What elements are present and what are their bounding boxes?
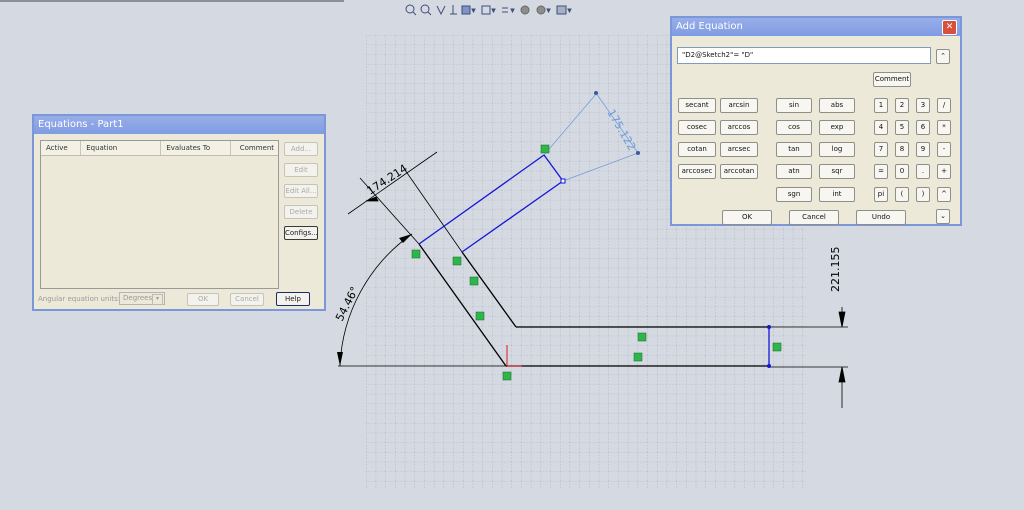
key-divide-button[interactable]: / xyxy=(937,98,951,113)
help-button[interactable]: Help xyxy=(276,292,310,306)
edit-button[interactable]: Edit xyxy=(284,163,318,177)
cancel-button[interactable]: Cancel xyxy=(789,210,839,225)
sketch-point[interactable] xyxy=(767,325,771,329)
key-open-paren-button[interactable]: ( xyxy=(895,187,909,202)
col-active[interactable]: Active xyxy=(41,141,82,155)
key-6-button[interactable]: 6 xyxy=(916,120,930,135)
key-pi-button[interactable]: pi xyxy=(874,187,888,202)
col-evaluates-to[interactable]: Evaluates To xyxy=(161,141,231,155)
parallel-relation-icon xyxy=(475,311,485,321)
angular-units-value: Degrees xyxy=(123,294,153,302)
undo-button[interactable]: Undo xyxy=(856,210,906,225)
edit-all-button[interactable]: Edit All... xyxy=(284,184,318,198)
close-icon[interactable]: ✕ xyxy=(942,20,957,35)
horizontal-relation-icon xyxy=(633,352,643,362)
key-power-button[interactable]: ^ xyxy=(937,187,951,202)
equation-input[interactable]: "D2@Sketch2"= "D" xyxy=(677,47,931,64)
key-close-paren-button[interactable]: ) xyxy=(916,187,930,202)
perpendicular-relation-icon xyxy=(540,144,550,154)
key-8-button[interactable]: 8 xyxy=(895,142,909,157)
equations-list-header: Active Equation Evaluates To Comment xyxy=(41,141,278,156)
key-7-button[interactable]: 7 xyxy=(874,142,888,157)
equations-list[interactable]: Active Equation Evaluates To Comment xyxy=(40,140,279,289)
func-arccosec-button[interactable]: arccosec xyxy=(678,164,716,179)
func-arccotan-button[interactable]: arccotan xyxy=(720,164,758,179)
comment-button[interactable]: Comment xyxy=(873,72,911,87)
key-3-button[interactable]: 3 xyxy=(916,98,930,113)
col-comment[interactable]: Comment xyxy=(231,141,278,155)
collapse-icon[interactable]: ⌃ xyxy=(936,49,950,64)
func-cotan-button[interactable]: cotan xyxy=(678,142,716,157)
dim-endpoint xyxy=(594,91,598,95)
func-secant-button[interactable]: secant xyxy=(678,98,716,113)
key-5-button[interactable]: 5 xyxy=(895,120,909,135)
col-equation[interactable]: Equation xyxy=(81,141,162,155)
perpendicular-relation-icon xyxy=(411,249,421,259)
chevron-down-icon: ▾ xyxy=(152,294,163,305)
sketch-point[interactable] xyxy=(767,364,771,368)
ok-button[interactable]: OK xyxy=(722,210,772,225)
key-0-button[interactable]: 0 xyxy=(895,164,909,179)
func-log-button[interactable]: log xyxy=(819,142,855,157)
func-sgn-button[interactable]: sgn xyxy=(776,187,812,202)
key-4-button[interactable]: 4 xyxy=(874,120,888,135)
func-arcsin-button[interactable]: arcsin xyxy=(720,98,758,113)
key-9-button[interactable]: 9 xyxy=(916,142,930,157)
expand-icon[interactable]: ⌄ xyxy=(936,209,950,224)
key-plus-button[interactable]: + xyxy=(937,164,951,179)
func-tan-button[interactable]: tan xyxy=(776,142,812,157)
key-1-button[interactable]: 1 xyxy=(874,98,888,113)
parallel-relation-icon xyxy=(469,276,479,286)
delete-button[interactable]: Delete xyxy=(284,205,318,219)
perpendicular-relation-icon xyxy=(452,256,462,266)
func-abs-button[interactable]: abs xyxy=(819,98,855,113)
key-2-button[interactable]: 2 xyxy=(895,98,909,113)
add-equation-dialog: Add Equation ✕ "D2@Sketch2"= "D" ⌃ Comme… xyxy=(670,16,962,226)
func-int-button[interactable]: int xyxy=(819,187,855,202)
func-arcsec-button[interactable]: arcsec xyxy=(720,142,758,157)
dim-endpoint xyxy=(636,151,640,155)
ok-button[interactable]: OK xyxy=(187,293,219,306)
cancel-button[interactable]: Cancel xyxy=(230,293,264,306)
sketch-point[interactable] xyxy=(560,178,566,184)
key-minus-button[interactable]: - xyxy=(937,142,951,157)
add-equation-title: Add Equation xyxy=(672,18,960,36)
configs-button[interactable]: Configs... xyxy=(284,226,318,240)
horizontal-relation-icon xyxy=(637,332,647,342)
func-atn-button[interactable]: atn xyxy=(776,164,812,179)
equations-dialog-title: Equations - Part1 xyxy=(34,116,324,134)
key-decimal-button[interactable]: . xyxy=(916,164,930,179)
func-sqr-button[interactable]: sqr xyxy=(819,164,855,179)
height-dim-label[interactable]: 221.155 xyxy=(829,247,842,293)
key-multiply-button[interactable]: * xyxy=(937,120,951,135)
func-sin-button[interactable]: sin xyxy=(776,98,812,113)
vertical-relation-icon xyxy=(772,342,782,352)
func-cosec-button[interactable]: cosec xyxy=(678,120,716,135)
angular-units-label: Angular equation units: xyxy=(38,295,121,303)
func-exp-button[interactable]: exp xyxy=(819,120,855,135)
add-button[interactable]: Add... xyxy=(284,142,318,156)
coincident-relation-icon xyxy=(502,371,512,381)
angular-units-select[interactable]: Degrees ▾ xyxy=(119,292,165,305)
func-cos-button[interactable]: cos xyxy=(776,120,812,135)
equations-dialog: Equations - Part1 Active Equation Evalua… xyxy=(32,114,326,311)
key-equals-button[interactable]: = xyxy=(874,164,888,179)
angle-dim-label[interactable]: 54.46° xyxy=(333,284,361,323)
func-arccos-button[interactable]: arccos xyxy=(720,120,758,135)
